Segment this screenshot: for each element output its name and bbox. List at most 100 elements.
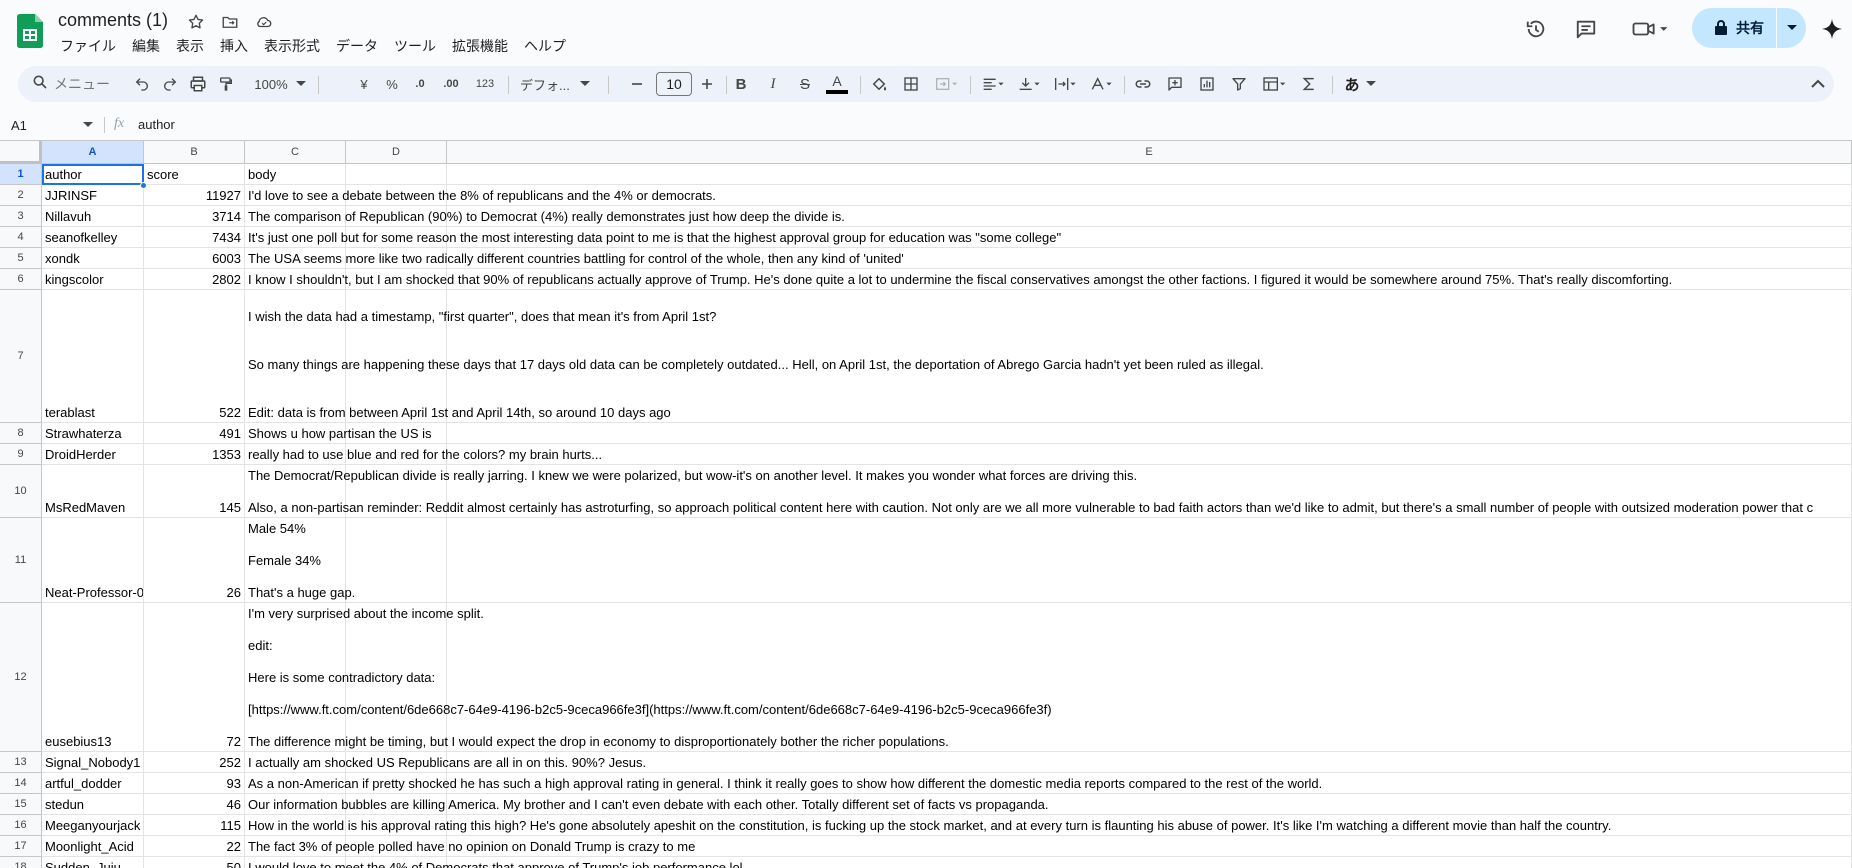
cell-body[interactable]: Male 54% Female 34% That's a huge gap. <box>245 518 1852 603</box>
text-rotation-icon[interactable] <box>1084 66 1118 102</box>
undo-icon[interactable] <box>128 66 156 102</box>
font-family-select[interactable]: デフォ... <box>514 66 574 102</box>
cell-score[interactable]: 252 <box>144 752 245 773</box>
column-header-c[interactable]: C <box>245 141 346 164</box>
menu-help[interactable]: ヘルプ <box>516 36 574 56</box>
row-header[interactable]: 15 <box>0 794 42 815</box>
cell-body[interactable]: I'd love to see a debate between the 8% … <box>245 185 1852 206</box>
horizontal-align-icon[interactable] <box>976 66 1010 102</box>
menu-tools[interactable]: ツール <box>386 36 444 56</box>
row-header[interactable]: 3 <box>0 206 42 227</box>
zoom-dropdown-icon[interactable] <box>294 66 308 102</box>
cell-score[interactable]: 1353 <box>144 444 245 465</box>
sheets-logo-icon[interactable] <box>17 14 43 48</box>
cell-author[interactable]: kingscolor <box>42 269 144 290</box>
name-box[interactable]: A1 <box>11 114 93 136</box>
cell-author[interactable]: eusebius13 <box>42 603 144 752</box>
share-dropdown-icon[interactable] <box>1777 25 1806 31</box>
cell-author[interactable]: DroidHerder <box>42 444 144 465</box>
cell-score[interactable]: 3714 <box>144 206 245 227</box>
decrease-font-size-icon[interactable] <box>624 66 650 102</box>
cell-author[interactable]: Meeganyourjack <box>42 815 144 836</box>
text-wrapping-icon[interactable] <box>1048 66 1082 102</box>
bold-button[interactable]: B <box>726 66 756 102</box>
row-header[interactable]: 17 <box>0 836 42 857</box>
row-header[interactable]: 7 <box>0 290 42 423</box>
insert-link-icon[interactable] <box>1128 66 1158 102</box>
menu-edit[interactable]: 編集 <box>124 36 168 56</box>
cell-author[interactable]: terablast <box>42 290 144 423</box>
currency-format-button[interactable]: ¥ <box>350 66 378 102</box>
insert-comment-icon[interactable] <box>1160 66 1190 102</box>
cell-author[interactable]: Nillavuh <box>42 206 144 227</box>
cell-body[interactable]: really had to use blue and red for the c… <box>245 444 1852 465</box>
cell-score[interactable]: 11927 <box>144 185 245 206</box>
cell-body[interactable]: I wish the data had a timestamp, "first … <box>245 290 1852 423</box>
cell-body[interactable]: The Democrat/Republican divide is really… <box>245 465 1852 518</box>
row-header[interactable]: 14 <box>0 773 42 794</box>
menu-search[interactable] <box>22 70 140 98</box>
filter-icon[interactable] <box>1224 66 1254 102</box>
column-header-b[interactable]: B <box>144 141 245 164</box>
cell-score[interactable]: 115 <box>144 815 245 836</box>
comments-icon[interactable] <box>1574 17 1598 41</box>
cloud-status-icon[interactable] <box>254 12 274 32</box>
cell-score[interactable]: 46 <box>144 794 245 815</box>
insert-chart-icon[interactable] <box>1192 66 1222 102</box>
formula-input[interactable]: author <box>138 117 175 132</box>
cell-body[interactable]: Our information bubbles are killing Amer… <box>245 794 1852 815</box>
input-tools-button[interactable]: あ <box>1340 66 1380 102</box>
cell-author[interactable]: MsRedMaven <box>42 465 144 518</box>
name-box-dropdown-icon[interactable] <box>83 122 93 128</box>
cell-score[interactable]: 7434 <box>144 227 245 248</box>
row-header[interactable]: 12 <box>0 603 42 752</box>
menu-search-input[interactable] <box>54 76 124 92</box>
document-title[interactable]: comments (1) <box>58 10 168 31</box>
column-header-e[interactable]: E <box>447 141 1852 164</box>
increase-decimal-button[interactable]: .00 <box>434 66 468 102</box>
select-all-corner[interactable] <box>0 141 42 164</box>
row-header[interactable]: 1 <box>0 164 42 185</box>
paint-format-icon[interactable] <box>212 66 240 102</box>
version-history-icon[interactable] <box>1524 17 1548 41</box>
cell-body[interactable]: How in the world is his approval rating … <box>245 815 1852 836</box>
cell-body[interactable]: The USA seems more like two radically di… <box>245 248 1852 269</box>
number-format-button[interactable]: 123 <box>468 66 502 102</box>
cell-author[interactable]: Moonlight_Acid <box>42 836 144 857</box>
cell-author[interactable]: stedun <box>42 794 144 815</box>
decrease-decimal-button[interactable]: .0 <box>406 66 434 102</box>
cell-body[interactable]: The fact 3% of people polled have no opi… <box>245 836 1852 857</box>
cell-author[interactable]: artful_dodder <box>42 773 144 794</box>
cell-score[interactable]: 145 <box>144 465 245 518</box>
cell-body[interactable]: Shows u how partisan the US is <box>245 423 1852 444</box>
row-header[interactable]: 13 <box>0 752 42 773</box>
cell-author[interactable]: author <box>42 164 144 185</box>
cell-author[interactable]: Neat-Professor-0 <box>42 518 144 603</box>
font-dropdown-icon[interactable] <box>578 66 592 102</box>
cell-body[interactable]: I would love to meet the 4% of Democrats… <box>245 857 1852 868</box>
row-header[interactable]: 8 <box>0 423 42 444</box>
menu-view[interactable]: 表示 <box>168 36 212 56</box>
filter-views-icon[interactable] <box>1256 66 1292 102</box>
text-color-button[interactable]: A <box>822 66 852 102</box>
fill-handle[interactable] <box>140 182 147 189</box>
borders-icon[interactable] <box>896 66 926 102</box>
row-header[interactable]: 11 <box>0 518 42 603</box>
strikethrough-button[interactable]: S <box>790 66 820 102</box>
cell-body[interactable]: I know I shouldn't, but I am shocked tha… <box>245 269 1852 290</box>
menu-insert[interactable]: 挿入 <box>212 36 256 56</box>
collapse-toolbar-icon[interactable] <box>1808 66 1828 102</box>
cell-author[interactable]: Strawhaterza <box>42 423 144 444</box>
cell-author[interactable]: seanofkelley <box>42 227 144 248</box>
menu-format[interactable]: 表示形式 <box>256 36 328 56</box>
cell-score[interactable]: 22 <box>144 836 245 857</box>
row-header[interactable]: 4 <box>0 227 42 248</box>
row-header[interactable]: 16 <box>0 815 42 836</box>
share-button[interactable]: 共有 <box>1692 8 1806 48</box>
cell-author[interactable]: xondk <box>42 248 144 269</box>
functions-icon[interactable] <box>1294 66 1324 102</box>
cell-score[interactable]: 50 <box>144 857 245 868</box>
redo-icon[interactable] <box>156 66 184 102</box>
menu-data[interactable]: データ <box>328 36 386 56</box>
cell-body[interactable]: I actually am shocked US Republicans are… <box>245 752 1852 773</box>
